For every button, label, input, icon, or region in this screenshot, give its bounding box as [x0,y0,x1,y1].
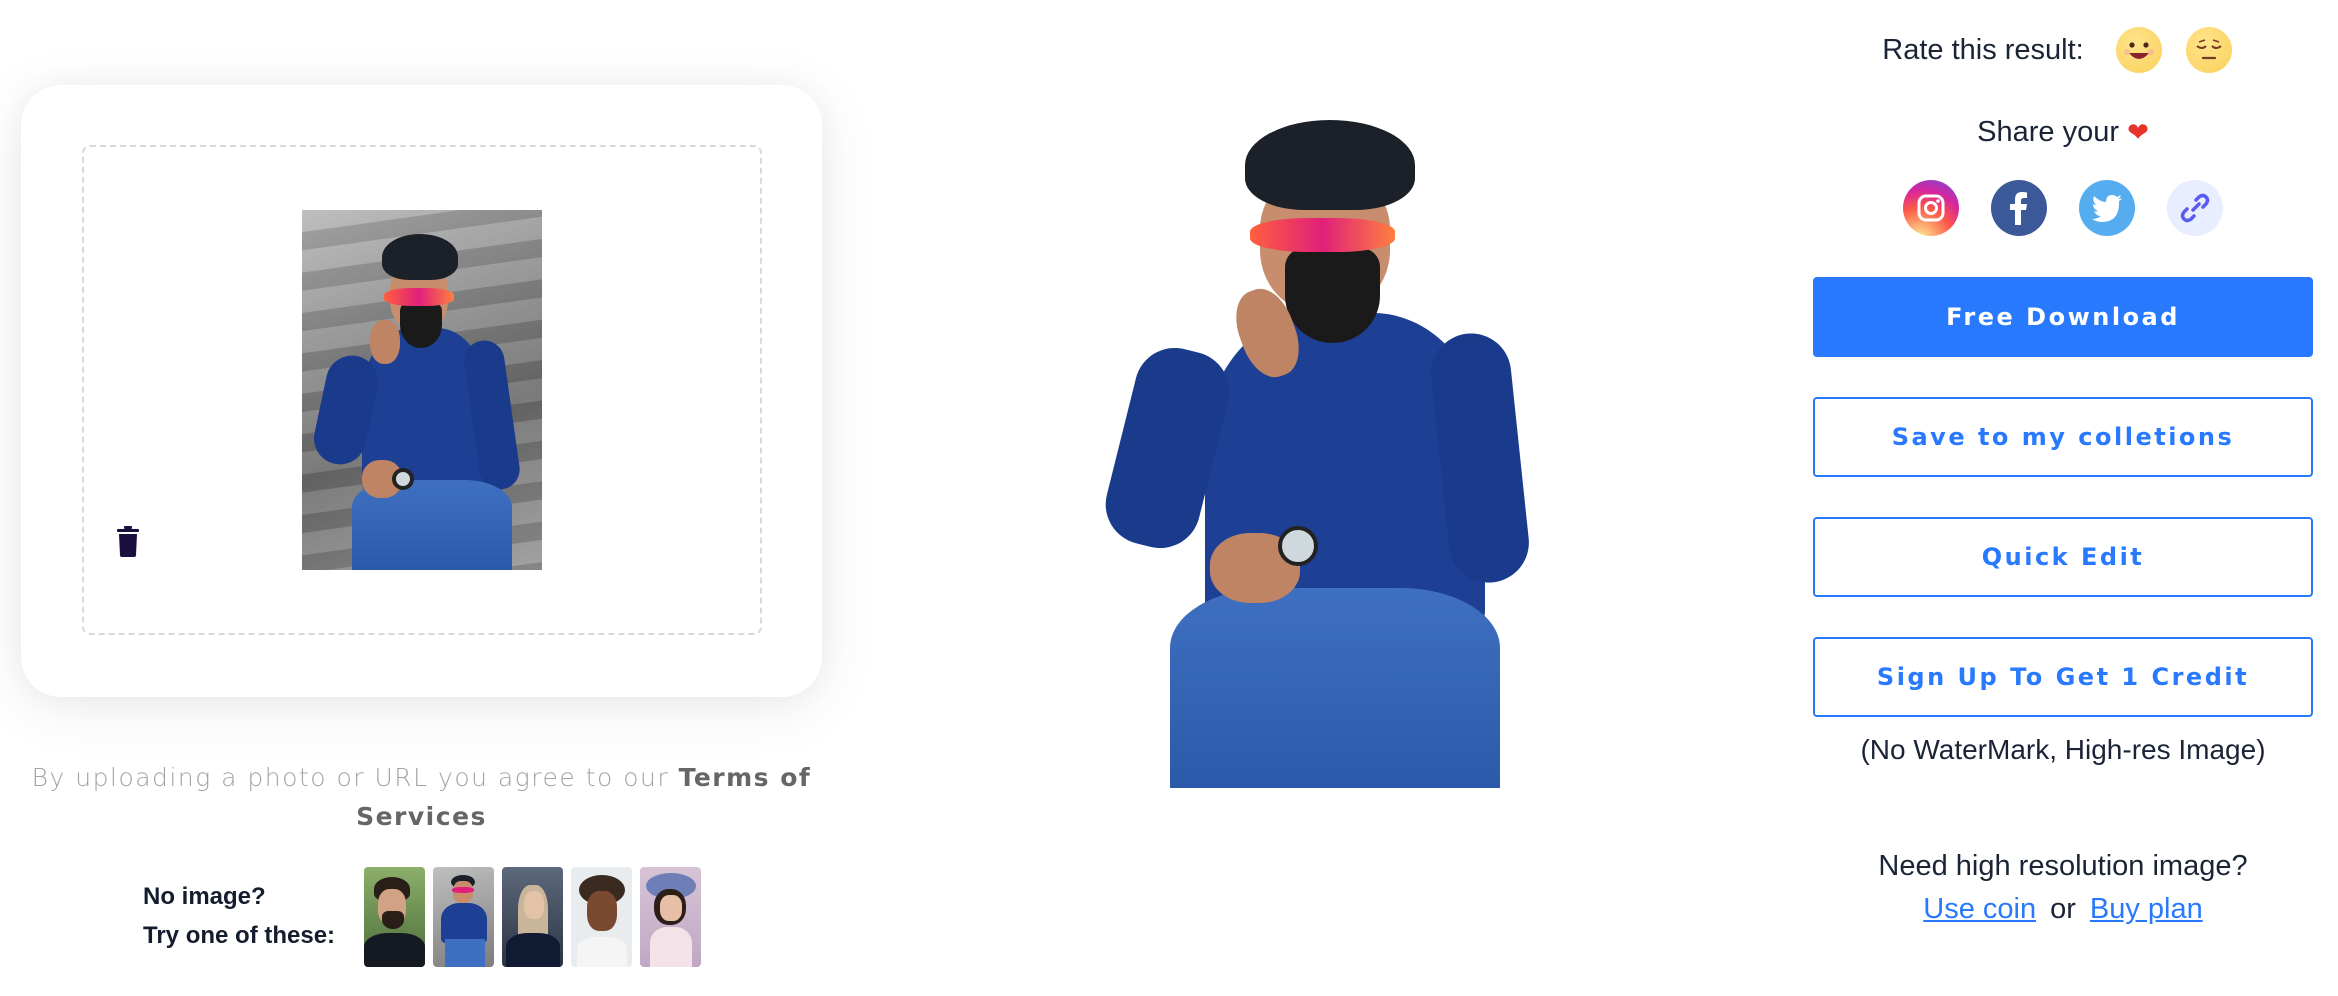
no-image-text: No image? [143,883,266,910]
share-buttons [1813,180,2313,236]
happy-emoji-icon[interactable] [2115,27,2162,73]
sad-emoji-icon[interactable] [2185,27,2232,73]
share-text: Share your [1977,116,2119,148]
sample-thumbnail-2[interactable] [433,867,494,967]
upload-card [21,85,822,697]
facebook-icon[interactable] [1991,180,2047,236]
upload-dropzone[interactable] [82,145,762,635]
or-text: or [2050,893,2076,925]
rating-row: Rate this result: [1813,27,2313,73]
hires-links: Use coin or Buy plan [1813,893,2313,926]
hires-note: (No WaterMark, High-res Image) [1860,734,2266,765]
sample-thumbnail-1[interactable] [364,867,425,967]
try-these-text: Try one of these: [143,922,336,949]
share-label: Share your ❤ [1813,116,2313,149]
twitter-icon[interactable] [2079,180,2135,236]
terms-notice: By uploading a photo or URL you agree to… [21,758,822,836]
sample-images-label: No image? Try one of these: [143,877,335,955]
use-coin-link[interactable]: Use coin [1923,893,2036,925]
need-hires-text: Need high resolution image? [1878,850,2248,882]
sign-up-credit-button[interactable]: Sign Up To Get 1 Credit [1813,637,2313,717]
sample-thumbnail-3[interactable] [502,867,563,967]
terms-prefix: By uploading a photo or URL you agree to… [31,763,679,792]
copy-link-icon[interactable] [2167,180,2223,236]
sample-thumbnail-5[interactable] [640,867,701,967]
heart-icon: ❤ [2127,117,2149,147]
quick-edit-button[interactable]: Quick Edit [1813,517,2313,597]
original-image-preview [302,210,542,570]
rate-label: Rate this result: [1882,33,2084,66]
result-image [1097,118,1540,788]
free-download-button[interactable]: Free Download [1813,277,2313,357]
trash-icon[interactable] [117,526,139,557]
save-to-collections-button[interactable]: Save to my colletions [1813,397,2313,477]
buy-plan-link[interactable]: Buy plan [2090,893,2203,925]
sample-images [364,867,701,967]
instagram-icon[interactable] [1903,180,1959,236]
sample-thumbnail-4[interactable] [571,867,632,967]
